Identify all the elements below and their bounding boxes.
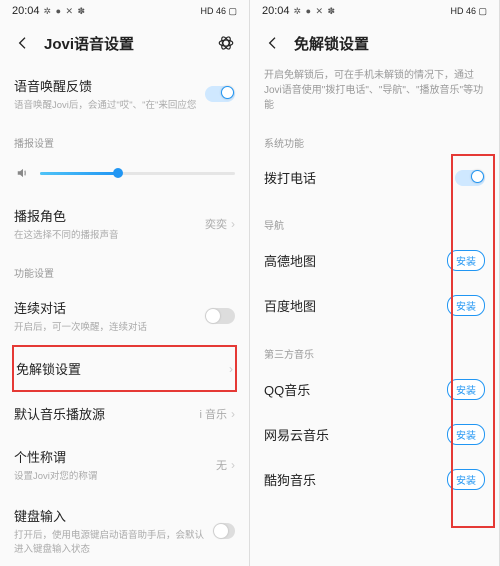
- volume-slider-row[interactable]: [14, 156, 235, 194]
- unlock-settings-row[interactable]: 免解锁设置 ›: [16, 347, 233, 390]
- atom-icon[interactable]: [217, 34, 235, 52]
- qq-title: QQ音乐: [264, 380, 310, 399]
- volume-icon: [14, 166, 32, 180]
- section-play: 播报设置: [14, 123, 235, 156]
- page-title: 免解锁设置: [294, 33, 485, 54]
- section-music: 第三方音乐: [264, 334, 485, 367]
- right-screen: 20:04 ✲ ● ✕ ✽ HD 46 ▢ 免解锁设置 开启免解锁后，可在手机未…: [250, 0, 500, 566]
- kugou-title: 酷狗音乐: [264, 470, 316, 489]
- default-music-row[interactable]: 默认音乐播放源 i 音乐›: [14, 392, 235, 435]
- chevron-right-icon: ›: [229, 362, 233, 376]
- cont-sub: 开启后，可一次唤醒，连续对话: [14, 319, 147, 333]
- role-value: 奕奕: [205, 216, 227, 232]
- cont-title: 连续对话: [14, 298, 147, 317]
- continuous-dialog-row[interactable]: 连续对话 开启后，可一次唤醒，连续对话: [14, 286, 235, 345]
- back-icon[interactable]: [264, 34, 282, 52]
- kb-toggle[interactable]: [213, 523, 235, 539]
- netease-title: 网易云音乐: [264, 425, 329, 444]
- highlight-box: 免解锁设置 ›: [12, 345, 237, 392]
- nick-sub: 设置Jovi对您的称谓: [14, 468, 97, 482]
- role-sub: 在这选择不同的播报声音: [14, 227, 119, 241]
- baidu-title: 百度地图: [264, 296, 316, 315]
- install-button[interactable]: 安装: [447, 295, 485, 316]
- nick-title: 个性称谓: [14, 447, 97, 466]
- call-toggle[interactable]: [455, 170, 485, 186]
- nickname-row[interactable]: 个性称谓 设置Jovi对您的称谓 无 ›: [14, 435, 235, 494]
- kb-title: 键盘输入: [14, 506, 213, 525]
- status-time: 20:04: [12, 5, 40, 17]
- status-bar: 20:04 ✲ ● ✕ ✽ HD 46 ▢: [0, 0, 249, 22]
- baidu-row[interactable]: 百度地图 安装: [264, 283, 485, 328]
- wake-toggle[interactable]: [205, 86, 235, 102]
- status-right-icons: HD 46 ▢: [200, 6, 237, 17]
- kb-sub: 打开后，使用电源键启动语音助手后，会默认进入键盘输入状态: [14, 527, 213, 555]
- voice-role-row[interactable]: 播报角色 在这选择不同的播报声音 奕奕 ›: [14, 194, 235, 253]
- gaode-row[interactable]: 高德地图 安装: [264, 238, 485, 283]
- back-icon[interactable]: [14, 34, 32, 52]
- install-button[interactable]: 安装: [447, 424, 485, 445]
- install-button[interactable]: 安装: [447, 250, 485, 271]
- volume-slider[interactable]: [40, 172, 235, 175]
- role-title: 播报角色: [14, 206, 119, 225]
- call-row[interactable]: 拨打电话: [264, 156, 485, 199]
- qq-music-row[interactable]: QQ音乐 安装: [264, 367, 485, 412]
- cont-toggle[interactable]: [205, 308, 235, 324]
- music-title: 默认音乐播放源: [14, 404, 105, 423]
- status-bar: 20:04 ✲ ● ✕ ✽ HD 46 ▢: [250, 0, 499, 22]
- wake-title: 语音唤醒反馈: [14, 76, 196, 95]
- gaode-title: 高德地图: [264, 251, 316, 270]
- install-button[interactable]: 安装: [447, 379, 485, 400]
- status-notif-icons: ✲ ● ✕ ✽: [44, 6, 87, 17]
- page-title: Jovi语音设置: [44, 33, 205, 54]
- chevron-right-icon: ›: [231, 458, 235, 472]
- wake-feedback-row[interactable]: 语音唤醒反馈 语音唤醒Jovi后，会通过"哎"、"在"来回应您: [14, 64, 235, 123]
- wake-sub: 语音唤醒Jovi后，会通过"哎"、"在"来回应您: [14, 97, 196, 111]
- install-button[interactable]: 安装: [447, 469, 485, 490]
- status-time: 20:04: [262, 5, 290, 17]
- page-description: 开启免解锁后，可在手机未解锁的情况下，通过Jovi语音使用"拨打电话"、"导航"…: [250, 64, 499, 123]
- left-screen: 20:04 ✲ ● ✕ ✽ HD 46 ▢ Jovi语音设置 语音唤醒反馈 语音…: [0, 0, 250, 566]
- chevron-right-icon: ›: [231, 217, 235, 231]
- call-title: 拨打电话: [264, 168, 316, 187]
- netease-row[interactable]: 网易云音乐 安装: [264, 412, 485, 457]
- nick-value: 无: [216, 457, 227, 473]
- kugou-row[interactable]: 酷狗音乐 安装: [264, 457, 485, 502]
- keyboard-input-row[interactable]: 键盘输入 打开后，使用电源键启动语音助手后，会默认进入键盘输入状态: [14, 494, 235, 566]
- music-value: i 音乐: [200, 406, 228, 422]
- section-func: 功能设置: [14, 253, 235, 286]
- status-right-icons: HD 46 ▢: [450, 6, 487, 17]
- unlock-title: 免解锁设置: [16, 359, 81, 378]
- section-nav: 导航: [264, 205, 485, 238]
- status-notif-icons: ✲ ● ✕ ✽: [294, 6, 337, 17]
- section-sys: 系统功能: [264, 123, 485, 156]
- chevron-right-icon: ›: [231, 407, 235, 421]
- header: 免解锁设置: [250, 22, 499, 64]
- header: Jovi语音设置: [0, 22, 249, 64]
